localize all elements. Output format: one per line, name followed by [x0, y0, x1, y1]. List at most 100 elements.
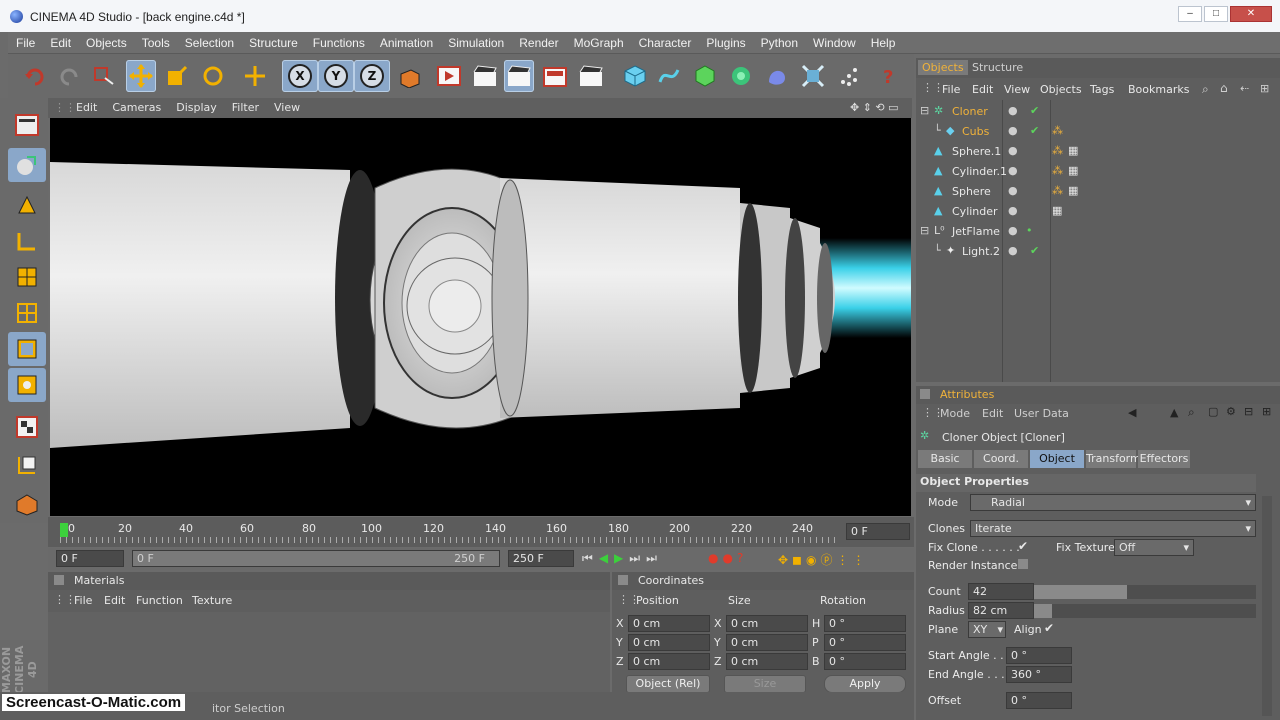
- search-icon[interactable]: ⌕: [1188, 405, 1195, 420]
- help-icon[interactable]: ?: [874, 60, 904, 92]
- objects-menu-tags[interactable]: Tags: [1090, 83, 1114, 96]
- menu-tools[interactable]: Tools: [134, 32, 177, 50]
- menu-mograph[interactable]: MoGraph: [566, 32, 631, 50]
- scale-icon[interactable]: [162, 60, 192, 92]
- search-icon[interactable]: ⌕: [1202, 82, 1209, 97]
- materials-menu-texture[interactable]: Texture: [192, 594, 232, 607]
- undo-icon[interactable]: [20, 60, 50, 92]
- panel-toggle-icon[interactable]: [54, 575, 64, 585]
- viewport-menu-filter[interactable]: Filter: [224, 98, 266, 114]
- viewport-nav-icons[interactable]: ✥ ⇕ ⟲ ▭: [842, 98, 906, 114]
- close-button[interactable]: ✕: [1230, 6, 1272, 22]
- materials-menu-function[interactable]: Function: [136, 594, 183, 607]
- material-tag-icon[interactable]: ▦: [1068, 184, 1078, 197]
- minimize-button[interactable]: –: [1178, 6, 1202, 22]
- use-point-icon[interactable]: [8, 188, 46, 222]
- lock-icon[interactable]: ▢: [1208, 405, 1218, 418]
- offset-field[interactable]: 0 °: [1006, 692, 1072, 709]
- enabled-check-icon[interactable]: ✔: [1030, 124, 1039, 137]
- attr-menu-user-data[interactable]: User Data: [1014, 407, 1069, 420]
- redo-icon[interactable]: [54, 60, 84, 92]
- texture-mode-icon[interactable]: [8, 296, 46, 330]
- tab-basic[interactable]: Basic: [918, 450, 972, 468]
- timeline[interactable]: 0 20 40 60 80 100 120 140 160 180 200 22…: [48, 517, 914, 547]
- tab-effectors[interactable]: Effectors: [1138, 450, 1190, 468]
- tab-objects[interactable]: Objects: [918, 60, 968, 75]
- object-row-cubs[interactable]: └ ◆ Cubs ● ✔ ⁂: [916, 124, 1276, 144]
- object-row-light-2[interactable]: └ ✦ Light.2 ● ✔: [916, 244, 1276, 264]
- size-x-field[interactable]: 0 cm: [726, 615, 808, 632]
- move-icon[interactable]: [126, 60, 156, 92]
- start-angle-field[interactable]: 0 °: [1006, 647, 1072, 664]
- count-slider[interactable]: [1034, 585, 1256, 599]
- collapse-icon[interactable]: ⊟: [920, 224, 929, 237]
- size-mode-dropdown[interactable]: Size: [724, 675, 806, 693]
- size-y-field[interactable]: 0 cm: [726, 634, 808, 651]
- menu-plugins[interactable]: Plugins: [698, 32, 752, 50]
- tab-coord[interactable]: Coord.: [974, 450, 1028, 468]
- clones-dropdown[interactable]: Iterate ▾: [970, 520, 1256, 537]
- menu-objects[interactable]: Objects: [78, 32, 134, 50]
- end-angle-field[interactable]: 360 °: [1006, 666, 1072, 683]
- tab-transform[interactable]: Transform: [1086, 450, 1141, 468]
- scene-icon[interactable]: [798, 60, 828, 92]
- menu-file[interactable]: File: [8, 32, 42, 50]
- home-icon[interactable]: ⌂: [1220, 81, 1228, 95]
- plane-dropdown[interactable]: XY ▾: [968, 621, 1006, 638]
- enabled-dot-icon[interactable]: •: [1026, 224, 1033, 237]
- z-axis-lock-button[interactable]: Z: [354, 60, 390, 92]
- menu-simulation[interactable]: Simulation: [440, 32, 511, 50]
- object-row-cloner[interactable]: ⊟ ✲ Cloner ● ✔: [916, 104, 1276, 124]
- sculpt-icon[interactable]: [8, 488, 46, 522]
- render-queue-icon[interactable]: [576, 60, 606, 92]
- pos-z-field[interactable]: 0 cm: [628, 653, 710, 670]
- expand-icon[interactable]: ⊞: [1262, 405, 1271, 418]
- coordinate-mode-dropdown[interactable]: Object (Rel): [626, 675, 710, 693]
- rot-b-field[interactable]: 0 °: [824, 653, 906, 670]
- objects-menu-edit[interactable]: Edit: [972, 83, 993, 96]
- menu-edit[interactable]: Edit: [42, 32, 78, 50]
- tab-structure[interactable]: Structure: [968, 61, 1027, 74]
- material-tag-icon[interactable]: ▦: [1068, 164, 1078, 177]
- object-row-sphere-1[interactable]: ▲ Sphere.1 ● ⁂ ▦: [916, 144, 1276, 164]
- materials-area[interactable]: [48, 612, 610, 692]
- array-icon[interactable]: [726, 60, 756, 92]
- checker-small-icon[interactable]: [8, 448, 46, 482]
- phong-tag-icon[interactable]: ⁂: [1052, 144, 1063, 157]
- 3d-viewport[interactable]: [50, 118, 911, 516]
- menu-window[interactable]: Window: [805, 32, 863, 50]
- render-settings-icon[interactable]: [540, 60, 570, 92]
- y-axis-lock-button[interactable]: Y: [318, 60, 354, 92]
- rot-p-field[interactable]: 0 °: [824, 634, 906, 651]
- particles-icon[interactable]: [834, 60, 864, 92]
- start-frame-field[interactable]: 0 F: [56, 550, 124, 567]
- viewport-menu-view[interactable]: View: [266, 98, 307, 114]
- viewport-menu-cameras[interactable]: Cameras: [104, 98, 168, 114]
- visibility-dots[interactable]: ●: [1008, 144, 1018, 157]
- menu-functions[interactable]: Functions: [305, 32, 372, 50]
- visibility-dots[interactable]: ●: [1008, 124, 1018, 137]
- tab-object[interactable]: Object: [1030, 450, 1084, 468]
- material-tag-icon[interactable]: ▦: [1068, 144, 1078, 157]
- add-object-icon[interactable]: [240, 60, 270, 92]
- render-to-picture-viewer-icon[interactable]: [504, 60, 534, 92]
- mode-dropdown[interactable]: Radial ▾: [970, 494, 1256, 511]
- menu-character[interactable]: Character: [631, 32, 699, 50]
- use-edge-icon[interactable]: [8, 224, 46, 258]
- menu-help[interactable]: Help: [863, 32, 903, 50]
- visibility-dots[interactable]: ●: [1008, 164, 1018, 177]
- enabled-check-icon[interactable]: ✔: [1030, 244, 1039, 257]
- phong-tag-icon[interactable]: ⁂: [1052, 124, 1063, 137]
- up-arrow-icon[interactable]: ▲: [1170, 406, 1178, 419]
- object-row-cylinder-1[interactable]: ▲ Cylinder.1 ● ⁂ ▦: [916, 164, 1276, 184]
- current-frame-field[interactable]: 0 F: [846, 523, 910, 540]
- settings-icon[interactable]: ⚙: [1226, 405, 1236, 418]
- use-polygon-icon[interactable]: [8, 260, 46, 294]
- menu-selection[interactable]: Selection: [177, 32, 241, 50]
- playback-controls[interactable]: ⏮◀▶⏭⏭: [582, 551, 663, 566]
- cube-icon[interactable]: [620, 60, 650, 92]
- panel-toggle-icon[interactable]: [618, 575, 628, 585]
- materials-menu-edit[interactable]: Edit: [104, 594, 125, 607]
- new-window-icon[interactable]: ⊞: [1260, 82, 1269, 95]
- materials-menu-file[interactable]: File: [74, 594, 92, 607]
